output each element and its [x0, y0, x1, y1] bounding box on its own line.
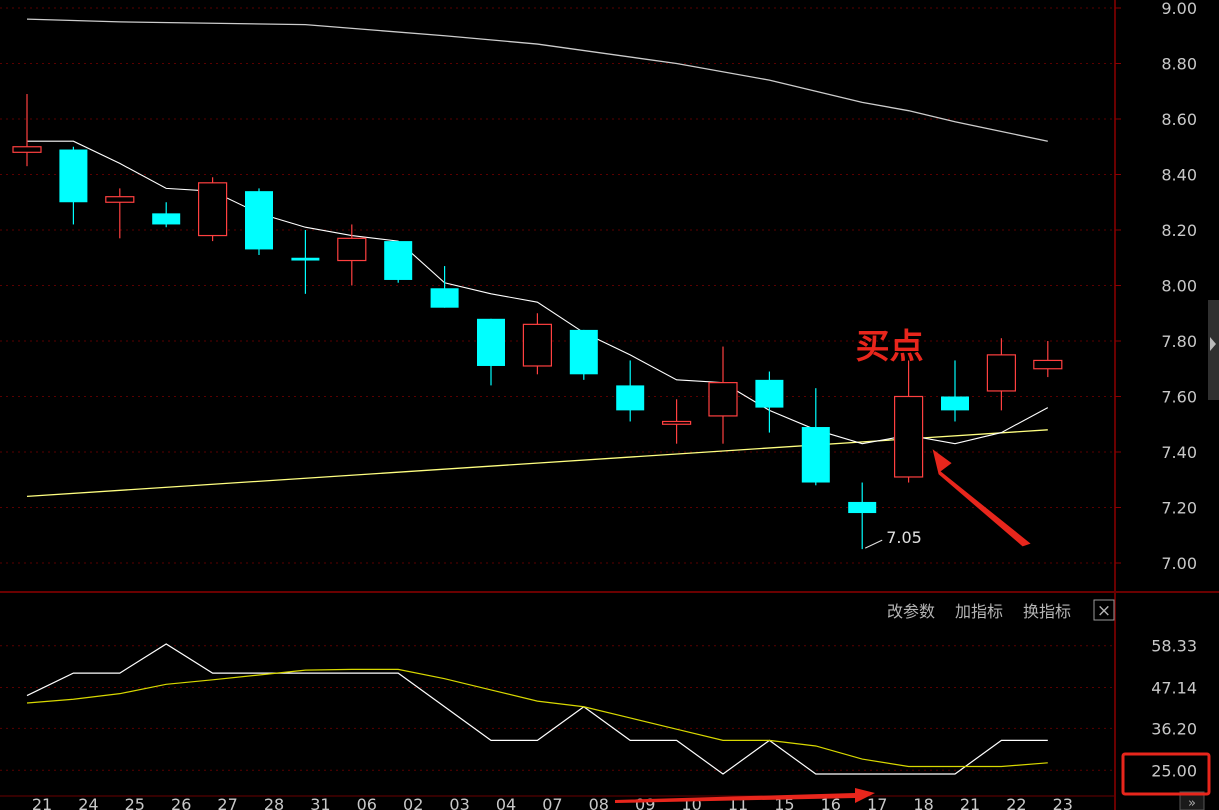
candle-down — [801, 388, 830, 486]
chart-canvas[interactable]: 9.00 8.80 8.60 8.40 8.20 8.00 7.80 7.60 7.40 7.20… — [0, 0, 1219, 810]
price-axis-label: 7.80 — [1161, 332, 1197, 351]
candle-body — [1033, 359, 1063, 370]
candle-body — [893, 395, 924, 478]
date-axis-label: 10 — [681, 795, 701, 810]
add-indicator-button[interactable]: 加指标 — [955, 602, 1003, 621]
candle-body — [569, 329, 598, 375]
candle-body — [337, 237, 367, 262]
candle-body — [12, 146, 42, 153]
double-chevron-right-icon: » — [1188, 796, 1196, 810]
candle-down — [384, 241, 413, 283]
date-axis-label: 03 — [449, 795, 469, 810]
date-axis-label: 07 — [542, 795, 562, 810]
candle-body — [661, 420, 692, 425]
price-axis-label: 8.00 — [1161, 277, 1197, 296]
date-axis-label: 26 — [171, 795, 191, 810]
candle-body — [616, 385, 645, 411]
indicator-line-white — [26, 643, 1048, 775]
candle-up — [198, 177, 228, 242]
date-axis-label: 06 — [357, 795, 377, 810]
candle-body — [708, 382, 738, 417]
price-axis-label: 7.60 — [1161, 388, 1197, 407]
date-axis-label: 31 — [310, 795, 330, 810]
candle-body — [522, 323, 553, 367]
indicator-axis-label: 58.33 — [1151, 637, 1197, 656]
indicator-axis-label: 25.00 — [1151, 761, 1197, 780]
candle-down — [152, 202, 181, 228]
close-panel-button[interactable]: × — [1093, 599, 1115, 621]
date-axis-label: 22 — [1006, 795, 1026, 810]
price-axis-label: 8.40 — [1161, 166, 1197, 185]
date-axis-label: 21 — [960, 795, 980, 810]
candle-down — [477, 318, 505, 386]
candle-up — [12, 94, 42, 167]
date-axis-label: 04 — [496, 795, 516, 810]
date-axis-label: 28 — [264, 795, 284, 810]
date-axis-label: 17 — [867, 795, 887, 810]
price-axis-label: 8.80 — [1161, 55, 1197, 74]
candle-body — [986, 354, 1017, 392]
candle-up — [893, 360, 924, 483]
candle-body — [477, 318, 505, 366]
low-price-leader — [864, 539, 883, 549]
date-axis-label: 23 — [1053, 795, 1073, 810]
candle-down — [59, 146, 88, 225]
candle-down — [430, 266, 459, 308]
low-price-label: 7.05 — [886, 528, 922, 547]
candle-body — [430, 288, 459, 308]
candle-up — [1033, 341, 1063, 378]
candle-body — [801, 427, 830, 483]
candle-up — [986, 338, 1017, 411]
candle-down — [291, 230, 320, 294]
candle-body — [105, 196, 135, 203]
change-params-button[interactable]: 改参数 — [887, 602, 935, 621]
side-panel-toggle[interactable] — [1208, 300, 1219, 400]
date-axis-label: 02 — [403, 795, 423, 810]
date-axis-label: 27 — [217, 795, 237, 810]
candle-body — [198, 182, 228, 237]
candle-body — [941, 396, 969, 411]
indicator-axis-label: 36.20 — [1151, 719, 1197, 738]
candle-body — [59, 149, 88, 203]
candle-down — [848, 482, 877, 550]
side-handle-bar — [1208, 300, 1219, 400]
candle-down — [616, 360, 645, 422]
candle-down — [569, 329, 598, 380]
price-axis-label: 7.40 — [1161, 443, 1197, 462]
indicator-axis-label: 47.14 — [1151, 679, 1197, 698]
date-axis-label: 25 — [125, 795, 145, 810]
candle-body — [848, 501, 877, 514]
price-axis-label: 8.20 — [1161, 221, 1197, 240]
price-axis-label: 8.60 — [1161, 110, 1197, 129]
ma-long-line — [26, 18, 1048, 142]
date-axis-label: 21 — [32, 795, 52, 810]
date-axis-label: 08 — [589, 795, 609, 810]
candle-down — [755, 371, 784, 433]
svg-text:×: × — [1097, 601, 1111, 621]
switch-indicator-button[interactable]: 换指标 — [1023, 602, 1071, 621]
buy-point-label: 买点 — [856, 327, 924, 367]
candle-up — [661, 399, 692, 444]
candle-up — [708, 346, 738, 444]
candle-body — [291, 257, 320, 261]
date-axis-label: 24 — [78, 795, 98, 810]
indicator-line-yellow — [26, 668, 1048, 768]
price-axis-label: 7.00 — [1161, 554, 1197, 573]
date-axis-label: 18 — [913, 795, 933, 810]
price-axis-label: 7.20 — [1161, 499, 1197, 518]
candle-body — [755, 379, 784, 408]
candle-up — [105, 188, 135, 239]
buy-point-arrow — [932, 449, 1031, 547]
candle-up — [522, 313, 553, 375]
price-axis-label: 9.00 — [1161, 0, 1197, 18]
candle-down — [941, 360, 969, 422]
stock-chart-window: 9.00 8.80 8.60 8.40 8.20 8.00 7.80 7.60 7.40 7.20… — [0, 0, 1219, 810]
candle-body — [245, 191, 273, 250]
candle-body — [384, 241, 413, 280]
candle-body — [152, 213, 181, 225]
candle-down — [245, 188, 273, 255]
